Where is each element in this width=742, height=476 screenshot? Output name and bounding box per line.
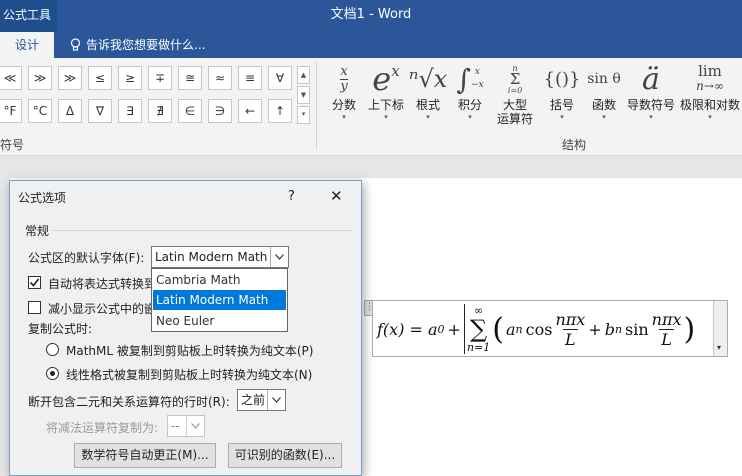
symbol-button[interactable]: ≡ [238,66,262,90]
group-divider [316,62,317,150]
linear-format-radio-label: 线性格式被复制到剪贴板上时转换为纯文本(N) [66,368,313,382]
equation-options-dropdown[interactable]: ▾ [713,301,727,356]
function-button[interactable]: sin θ 函数 ▾ [586,60,622,122]
symbol-button[interactable]: ∇ [88,99,112,123]
section-general-label: 常规 [25,224,50,238]
equation-content: f(x) = a0 + ∞ ∑ n=1 ( an cos nπx L + bn s… [377,304,696,354]
symbol-button[interactable]: ≫ [58,66,82,90]
group-label-symbols: 符号 [0,138,25,152]
font-dropdown-list: Cambria Math Latin Modern Math Neo Euler [151,268,288,332]
font-option-neo-euler[interactable]: Neo Euler [153,311,286,331]
symbol-button[interactable]: ∄ [148,99,172,123]
accent-button[interactable]: ä 导数符号 ▾ [626,60,676,122]
superscript-icon: ex [372,60,400,98]
equation-box[interactable]: f(x) = a0 + ∞ ∑ n=1 ( an cos nπx L + bn s… [372,300,728,357]
dialog-title: 公式选项 [18,191,67,205]
font-option-latin-modern-math[interactable]: Latin Modern Math [153,290,286,310]
gallery-scroll-up-button[interactable]: ▲ [297,66,310,84]
minus-operator-select[interactable]: -- [167,415,205,437]
accent-icon: ä [642,61,660,97]
gallery-more-button[interactable]: ▾ [297,106,310,124]
mathml-radio-label: MathML 被复制到剪贴板上时转换为纯文本(P) [66,344,314,358]
symbol-button[interactable]: ∃ [118,99,142,123]
tab-design[interactable]: 设计 [0,32,54,58]
default-font-select[interactable]: Latin Modern Math [151,246,289,268]
symbol-button[interactable]: ↑ [268,99,292,123]
minus-operator-label: 将减法运算符复制为: [46,421,159,435]
auto-convert-label: 自动将表达式转换到 [48,277,157,291]
math-autocorrect-button[interactable]: 数学符号自动更正(M)... [74,443,216,468]
integral-button[interactable]: ∫ x −x 积分 ▾ [452,60,488,122]
limit-icon: lim n→∞ [696,62,724,94]
radical-icon: ⁿ√x [408,65,448,93]
reduce-size-checkbox[interactable] [28,301,41,314]
section-divider [52,230,352,231]
symbol-button[interactable]: ≅ [178,66,202,90]
symbol-button[interactable]: ≫ [28,66,52,90]
fraction-button[interactable]: xy 分数 ▾ [328,60,360,122]
integral-icon: ∫ x −x [456,62,484,96]
symbol-button[interactable]: ≤ [88,66,112,90]
default-font-label: 公式区的默认字体(F): [28,251,145,265]
help-button[interactable]: ? [288,189,295,204]
document-title: 文档1 - Word [330,7,412,22]
mathml-radio[interactable] [46,343,59,356]
recognized-functions-button[interactable]: 可识别的函数(E)... [228,443,342,468]
auto-convert-checkbox[interactable] [28,276,41,289]
gallery-scroll-down-button[interactable]: ▼ [297,86,310,104]
function-icon: sin θ [587,71,621,87]
symbol-button[interactable]: °C [28,99,52,123]
chevron-down-icon [186,416,204,436]
font-option-cambria-math[interactable]: Cambria Math [153,270,286,290]
bracket-icon: {()} [543,68,581,90]
break-line-select[interactable]: 之前 [237,389,286,411]
symbol-button[interactable]: ∋ [208,99,232,123]
fraction-icon: xy [340,63,348,94]
copy-label: 复制公式时: [28,322,93,336]
symbol-button[interactable]: ∀ [268,66,292,90]
script-button[interactable]: ex 上下标 ▾ [366,60,406,122]
symbol-button[interactable]: ≥ [118,66,142,90]
break-line-label: 断开包含二元和关系运算符的行时(R): [28,395,230,409]
symbol-button[interactable]: ← [238,99,262,123]
limit-log-button[interactable]: lim n→∞ 极限和对数 ▾ [678,60,742,122]
radical-button[interactable]: ⁿ√x 根式 ▾ [408,60,448,122]
symbol-button[interactable]: Δ [58,99,82,123]
bracket-button[interactable]: {()} 括号 ▾ [543,60,581,122]
linear-format-radio[interactable] [46,367,59,380]
summation-icon: n Σi=0 [507,63,523,95]
tell-me-box[interactable]: 告诉我您想要做什么... [70,32,205,58]
lightbulb-icon [70,38,81,51]
symbol-button[interactable]: ≈ [208,66,232,90]
close-button[interactable]: ✕ [330,187,343,205]
chevron-down-icon [267,390,285,410]
tell-me-text: 告诉我您想要做什么... [86,38,206,52]
reduce-size-label: 减小显示公式中的嵌 [48,302,157,316]
symbol-button[interactable]: °F [0,99,22,123]
symbol-button[interactable]: ≪ [0,66,22,90]
group-label-structures: 结构 [562,138,587,152]
symbol-button[interactable]: ∈ [178,99,202,123]
chevron-down-icon [270,247,288,267]
large-operator-button[interactable]: n Σi=0 大型 运算符 [492,60,538,127]
symbol-button[interactable]: ∓ [148,66,172,90]
